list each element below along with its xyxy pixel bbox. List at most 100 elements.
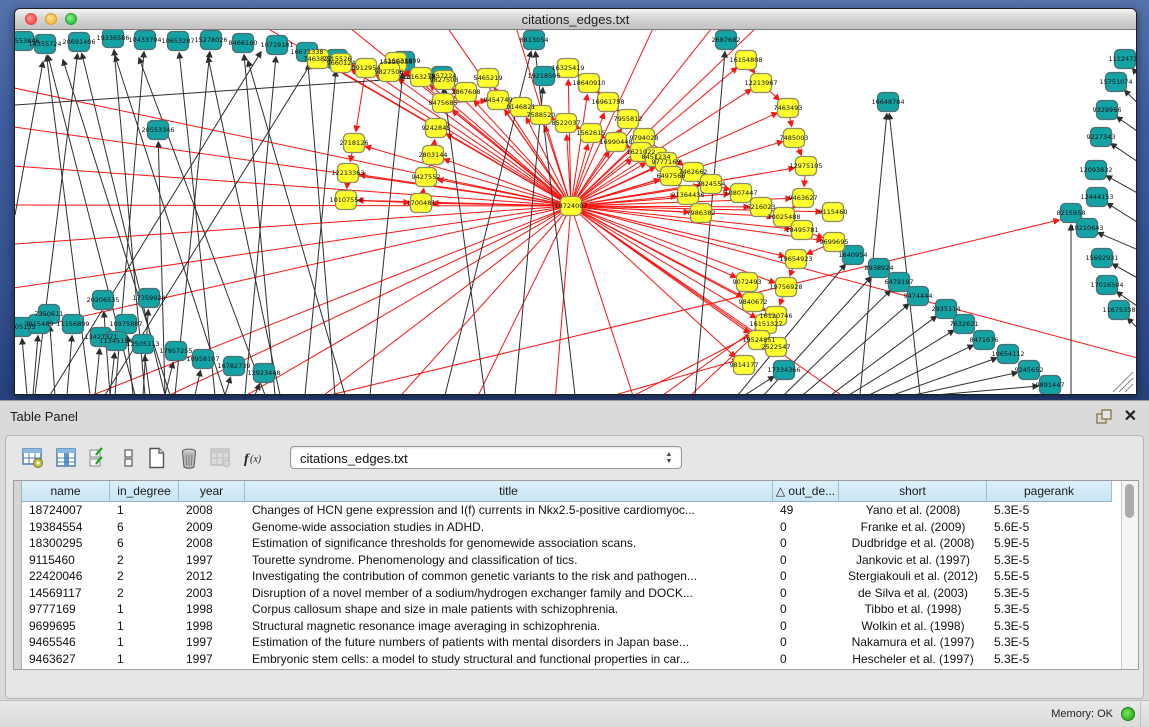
table-row[interactable]: 2242004622012Investigating the contribut… [22, 568, 1122, 585]
table-cell[interactable]: 9115460 [22, 552, 110, 569]
table-cell[interactable]: 5.5E-5 [987, 568, 1112, 585]
citation-network-graph[interactable]: 2055384614355724206914061933658610433794… [15, 30, 1136, 394]
edge[interactable] [208, 57, 280, 394]
edge[interactable] [50, 326, 55, 394]
edge[interactable] [47, 56, 90, 394]
column-header-year[interactable]: year [179, 481, 245, 502]
table-cell[interactable]: 0 [773, 585, 839, 602]
table-cell[interactable]: 18300295 [22, 535, 110, 552]
edge[interactable] [15, 205, 571, 206]
table-cell[interactable]: Estimation of the future numbers of pati… [245, 634, 773, 651]
table-cell[interactable]: Structural magnetic resonance image aver… [245, 618, 773, 635]
edge[interactable] [1117, 117, 1136, 140]
column-header-pagerank[interactable]: pagerank [987, 481, 1112, 502]
edge[interactable] [1128, 318, 1136, 340]
table-cell[interactable]: 1997 [179, 634, 245, 651]
table-cell[interactable]: 0 [773, 601, 839, 618]
edge[interactable] [571, 206, 772, 216]
edge[interactable] [571, 206, 1136, 360]
table-cell[interactable]: 5.3E-5 [987, 585, 1112, 602]
edge[interactable] [1107, 203, 1136, 230]
edge[interactable] [370, 73, 403, 394]
edge[interactable] [615, 360, 738, 394]
table-cell[interactable]: 2008 [179, 502, 245, 519]
table-cell[interactable]: Corpus callosum shape and size in male p… [245, 601, 773, 618]
table-row[interactable]: 911546021997Tourette syndrome. Phenomeno… [22, 552, 1122, 569]
scrollbar-thumb[interactable] [1125, 484, 1134, 518]
table-cell[interactable]: Wolkin et al. (1998) [839, 618, 987, 635]
table-cell[interactable]: 14569117 [22, 585, 110, 602]
table-cell[interactable]: Yano et al. (2008) [839, 502, 987, 519]
column-header-out-de-[interactable]: △ out_de... [773, 481, 839, 502]
edge[interactable] [67, 336, 72, 394]
edge[interactable] [869, 345, 973, 394]
edge[interactable] [225, 377, 230, 394]
edge[interactable] [395, 206, 571, 394]
float-window-icon[interactable] [1095, 408, 1113, 426]
table-cell[interactable]: Franke et al. (2009) [839, 519, 987, 536]
edge[interactable] [15, 77, 430, 105]
table-select-dropdown[interactable]: citations_edges.txt ▲▼ [290, 446, 682, 469]
table-row[interactable]: 1456911722003Disruption of a novel membe… [22, 585, 1122, 602]
table-cell[interactable]: 1 [110, 651, 179, 668]
table-cell[interactable]: Tibbo et al. (1998) [839, 601, 987, 618]
table-cell[interactable]: 5.3E-5 [987, 618, 1112, 635]
edge[interactable] [15, 206, 571, 290]
table-cell[interactable]: 5.9E-5 [987, 535, 1112, 552]
table-cell[interactable]: Investigating the contribution of common… [245, 568, 773, 585]
edge[interactable] [110, 353, 115, 394]
table-cell[interactable]: 0 [773, 651, 839, 668]
table-cell[interactable]: 1998 [179, 601, 245, 618]
table-cell[interactable]: 6 [110, 535, 179, 552]
table-cell[interactable]: de Silva et al. (2003) [839, 585, 987, 602]
table-cell[interactable]: 1 [110, 601, 179, 618]
table-cell[interactable]: Nakamura et al. (1997) [839, 634, 987, 651]
show-columns-icon[interactable] [54, 444, 80, 472]
table-cell[interactable]: 5.3E-5 [987, 502, 1112, 519]
edge[interactable] [571, 206, 749, 333]
edge[interactable] [1111, 144, 1136, 170]
table-mode-icon[interactable] [20, 444, 46, 472]
edge[interactable] [235, 206, 571, 394]
table-cell[interactable]: Dudbridge et al. (2008) [839, 535, 987, 552]
close-panel-icon[interactable]: ✕ [1124, 406, 1137, 426]
memory-ok-icon[interactable] [1121, 707, 1135, 721]
table-cell[interactable]: Changes of HCN gene expression and I(f) … [245, 502, 773, 519]
edge[interactable] [255, 384, 259, 394]
table-cell[interactable]: Genome-wide association studies in ADHD. [245, 519, 773, 536]
column-header-title[interactable]: title [245, 481, 773, 502]
table-row[interactable]: 1872400712008Changes of HCN gene express… [22, 502, 1122, 519]
edge[interactable] [244, 55, 275, 394]
window-titlebar[interactable]: citations_edges.txt [15, 9, 1136, 30]
table-row[interactable]: 977716911998Corpus callosum shape and si… [22, 601, 1122, 618]
table-cell[interactable]: 49 [773, 502, 839, 519]
edge[interactable] [366, 146, 571, 206]
table-cell[interactable]: Jankovic et al. (1997) [839, 552, 987, 569]
function-builder-icon[interactable]: f (x) [240, 444, 266, 472]
table-cell[interactable]: 2 [110, 585, 179, 602]
table-cell[interactable]: 0 [773, 519, 839, 536]
table-cell[interactable]: 9465546 [22, 634, 110, 651]
network-canvas[interactable]: 2055384614355724206914061933658610433794… [15, 30, 1136, 394]
table-cell[interactable]: Disruption of a novel member of a sodium… [245, 585, 773, 602]
select-all-icon[interactable] [86, 444, 112, 472]
resize-grip-icon[interactable] [1119, 378, 1133, 392]
table-cell[interactable]: Tourette syndrome. Phenomenology and cla… [245, 552, 773, 569]
edge[interactable] [33, 336, 38, 394]
table-cell[interactable]: 18724007 [22, 502, 110, 519]
table-cell[interactable]: 2 [110, 568, 179, 585]
column-header-short[interactable]: short [839, 481, 987, 502]
trash-icon[interactable] [176, 444, 202, 472]
table-row[interactable]: 946554611997Estimation of the future num… [22, 634, 1122, 651]
vertical-scrollbar[interactable] [1121, 481, 1138, 669]
table-cell[interactable]: 19384554 [22, 519, 110, 536]
edge[interactable] [831, 316, 936, 394]
table-cell[interactable]: Stergiakouli et al. (2012) [839, 568, 987, 585]
table-cell[interactable]: 5.3E-5 [987, 634, 1112, 651]
table-cell[interactable]: 1997 [179, 651, 245, 668]
edge[interactable] [315, 206, 571, 394]
table-cell[interactable]: 0 [773, 552, 839, 569]
edge[interactable] [308, 64, 335, 394]
table-row[interactable]: 946362711997Embryonic stem cells: a mode… [22, 651, 1122, 668]
table-cell[interactable]: 9699695 [22, 618, 110, 635]
